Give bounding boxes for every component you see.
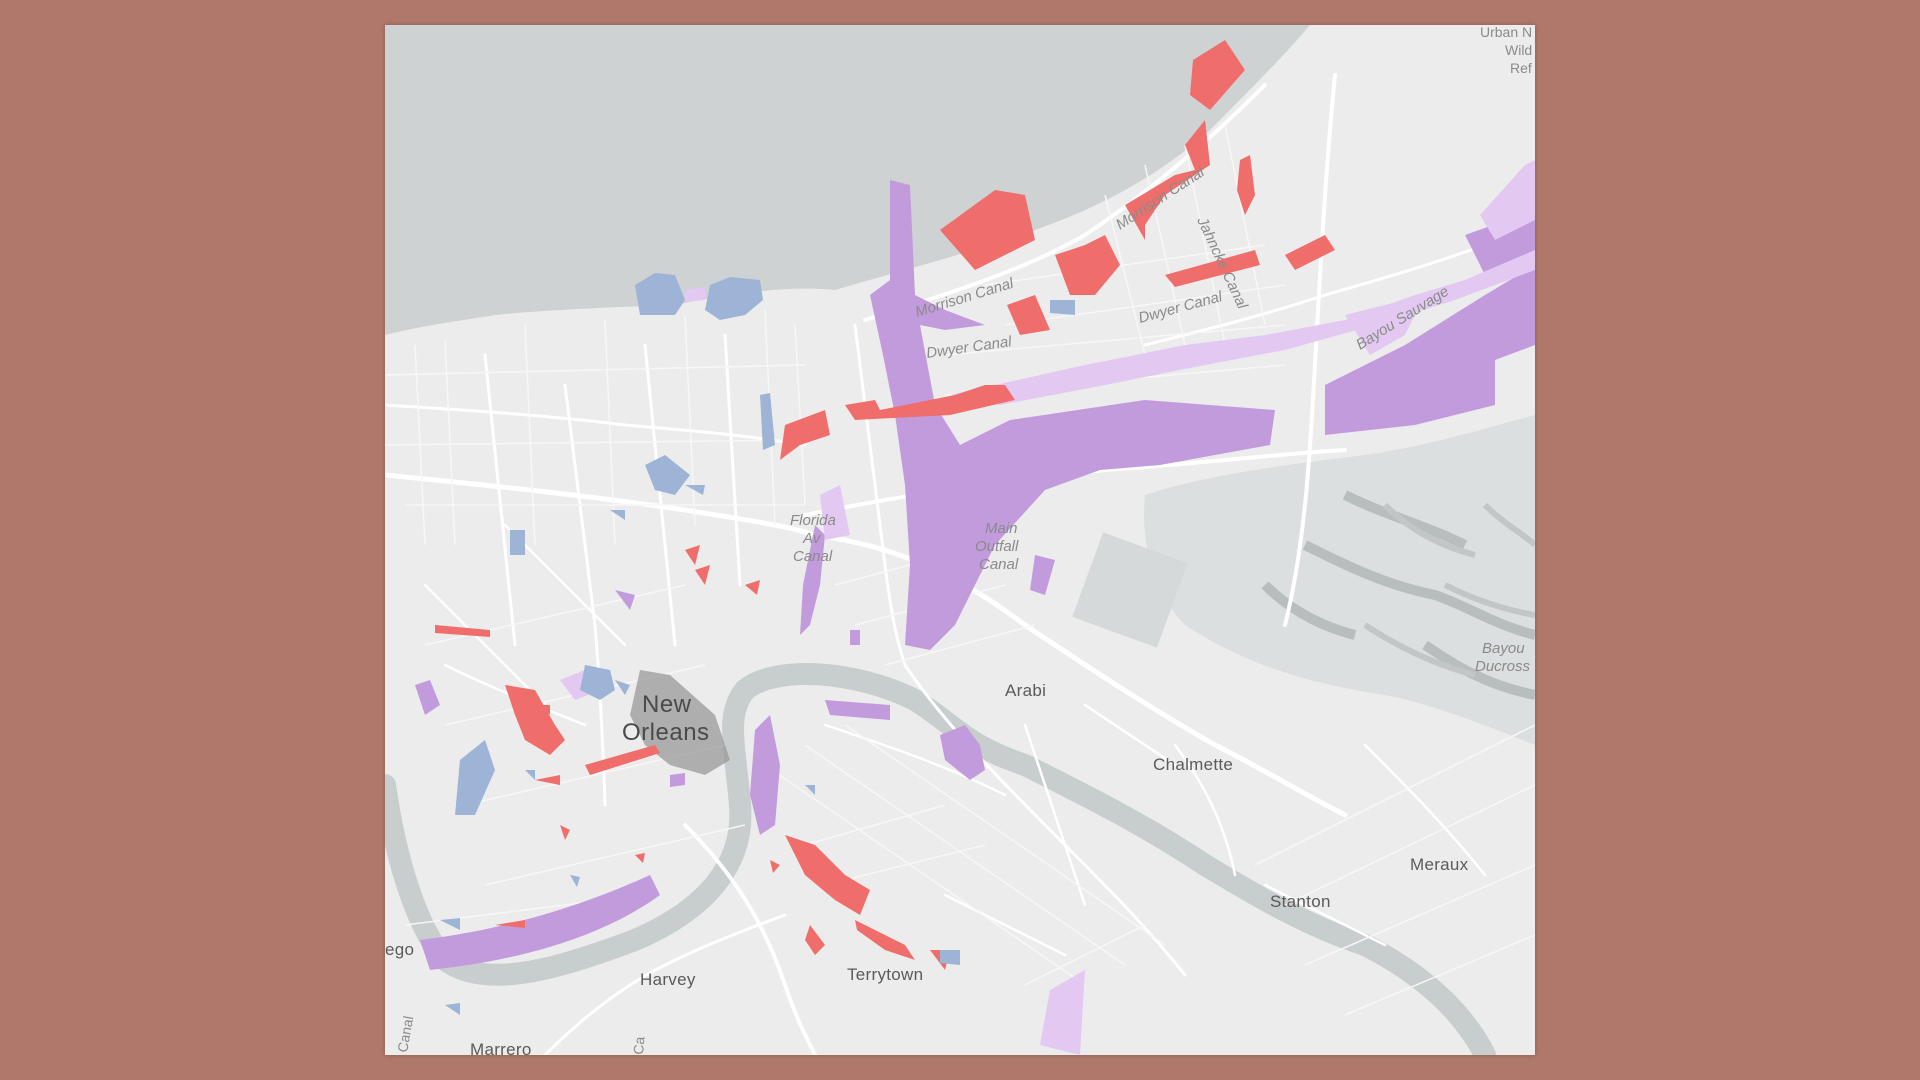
zone-blue-terrytown [940, 950, 960, 965]
town-label-meraux: Meraux [1410, 855, 1469, 874]
water-label-florida-3: Canal [793, 548, 833, 565]
water-label-canal-fragment-2: Ca [630, 1036, 648, 1055]
water-label-main-outfall-1: Main [985, 520, 1018, 537]
town-label-chalmette: Chalmette [1153, 755, 1233, 774]
town-label-marrero: Marrero [470, 1040, 532, 1055]
city-label-new: New [642, 691, 692, 718]
area-label-urban-wildlife-3: Ref [1510, 60, 1532, 76]
town-label-stanton: Stanton [1270, 892, 1331, 911]
water-label-main-outfall-3: Canal [979, 556, 1019, 573]
map-canvas[interactable]: New Orleans Arabi Chalmette Meraux Stant… [385, 25, 1535, 1055]
town-label-terrytown: Terrytown [847, 965, 923, 984]
area-label-urban-wildlife-2: Wild [1505, 42, 1532, 58]
town-label-gretna-fragment: ego [385, 940, 414, 959]
water-label-florida-2: Av [802, 530, 822, 547]
city-label-orleans: Orleans [622, 719, 710, 746]
zone-blue-midcity [510, 530, 525, 555]
water-label-main-outfall-2: Outfall [975, 538, 1019, 555]
water-label-bayou-ducross-1: Bayou [1482, 640, 1525, 657]
map-panel[interactable]: New Orleans Arabi Chalmette Meraux Stant… [385, 25, 1535, 1055]
area-label-urban-wildlife-1: Urban N [1480, 25, 1532, 40]
town-label-arabi: Arabi [1005, 681, 1046, 700]
water-label-florida-1: Florida [790, 512, 836, 529]
zone-blue-east [1050, 300, 1075, 315]
water-label-bayou-ducross-2: Ducross [1475, 658, 1531, 675]
town-label-harvey: Harvey [640, 970, 696, 989]
